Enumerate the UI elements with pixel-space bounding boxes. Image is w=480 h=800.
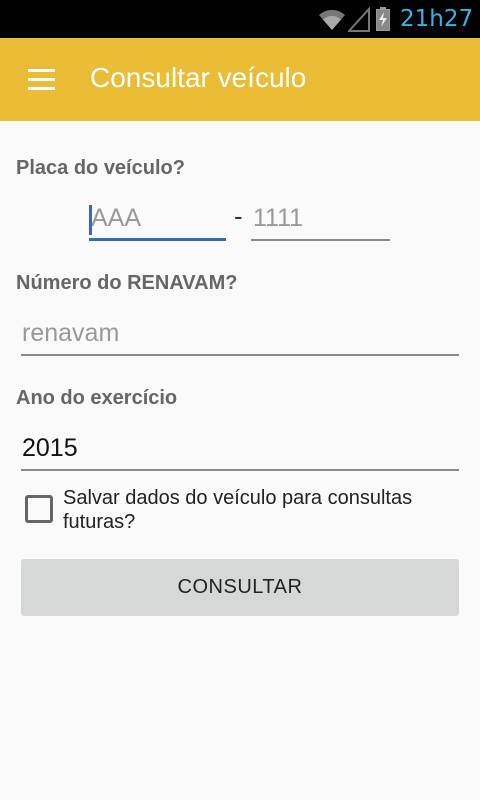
save-data-label[interactable]: Salvar dados do veículo para consultas f… bbox=[63, 486, 463, 534]
status-time: 21h27 bbox=[400, 6, 474, 32]
ano-value: 2015 bbox=[22, 434, 78, 462]
consultar-button[interactable]: CONSULTAR bbox=[21, 559, 459, 616]
renavam-placeholder: renavam bbox=[22, 319, 120, 347]
placa-separator: - bbox=[234, 201, 243, 231]
app-bar: Consultar veículo bbox=[0, 38, 480, 121]
ano-label: Ano do exercício bbox=[16, 387, 178, 409]
hamburger-menu-icon[interactable] bbox=[24, 64, 58, 94]
placa-letters-input[interactable]: AAA bbox=[89, 203, 226, 241]
renavam-label: Número do RENAVAM? bbox=[16, 272, 238, 294]
placa-numbers-input[interactable]: 1111 bbox=[251, 203, 390, 241]
placa-letters-placeholder: AAA bbox=[91, 204, 142, 232]
wifi-icon bbox=[319, 9, 345, 30]
text-cursor bbox=[89, 205, 92, 235]
renavam-input[interactable]: renavam bbox=[21, 318, 459, 356]
placa-label: Placa do veículo? bbox=[16, 157, 185, 179]
signal-icon bbox=[348, 6, 370, 32]
battery-charging-icon bbox=[376, 7, 390, 31]
save-data-checkbox[interactable] bbox=[25, 495, 53, 523]
placa-numbers-placeholder: 1111 bbox=[253, 204, 304, 232]
page-title: Consultar veículo bbox=[90, 62, 307, 93]
ano-input[interactable]: 2015 bbox=[21, 433, 459, 471]
status-bar: 21h27 bbox=[0, 0, 480, 38]
